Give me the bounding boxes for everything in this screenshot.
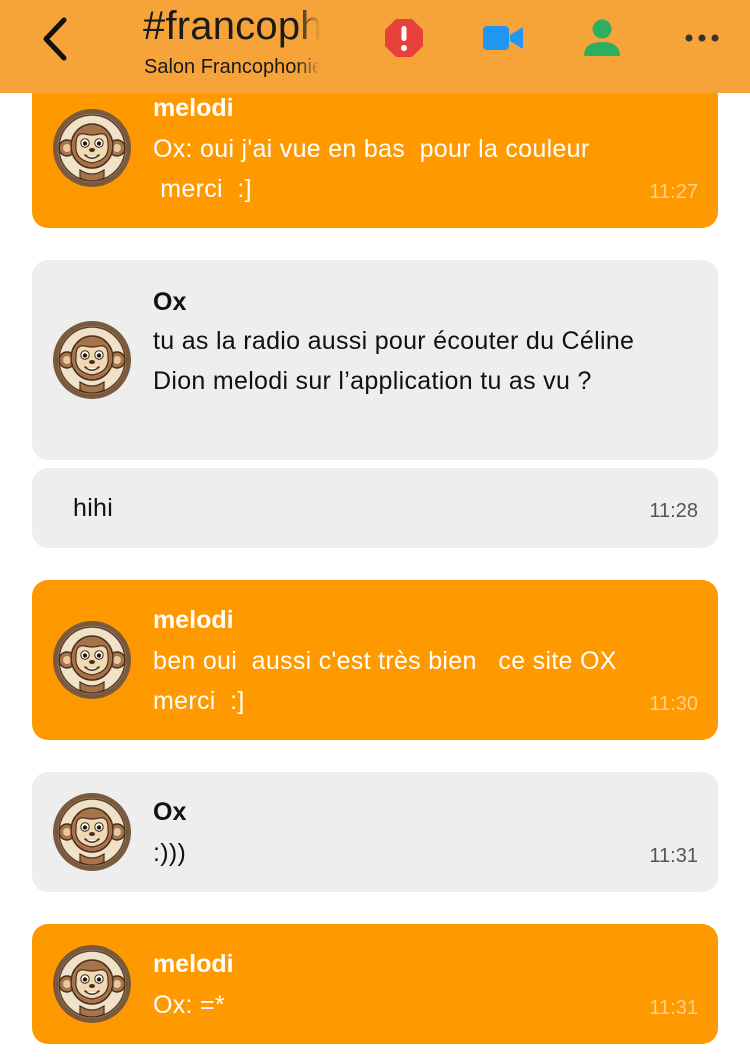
message-text: ben oui aussi c'est très bien ce site OX… [153, 647, 639, 715]
message-sender: melodi [153, 94, 234, 122]
report-button[interactable] [384, 18, 424, 58]
alert-octagon-icon [385, 19, 423, 57]
avatar[interactable] [52, 108, 132, 188]
message-bubble[interactable]: melodi Ox: =* 11:31 [32, 924, 718, 1044]
channel-title: #francophonie [143, 4, 323, 48]
message-bubble[interactable]: melodi ben oui aussi c'est très bien ce … [32, 580, 718, 740]
chevron-left-icon [43, 17, 67, 61]
video-camera-icon [483, 26, 523, 50]
avatar[interactable] [52, 620, 132, 700]
message-sender: Ox [153, 798, 187, 826]
message-sender: Ox [153, 288, 187, 316]
message-text: :))) [153, 839, 187, 867]
message-time: 11:31 [649, 997, 698, 1019]
message-text: tu as la radio aussi pour écouter du Cél… [153, 327, 642, 395]
message-sender: melodi [153, 950, 234, 978]
message-time: 11:27 [649, 181, 698, 203]
avatar[interactable] [52, 320, 132, 400]
more-options-button[interactable] [682, 28, 722, 48]
members-button[interactable] [582, 18, 622, 58]
message-time: 11:31 [649, 845, 698, 867]
message-time: 11:28 [649, 500, 698, 522]
avatar[interactable] [52, 792, 132, 872]
video-call-button[interactable] [482, 22, 524, 54]
message-text: hihi [73, 494, 114, 522]
message-text: Ox: =* [153, 991, 225, 1019]
message-bubble[interactable]: Ox tu as la radio aussi pour écouter du … [32, 260, 718, 460]
avatar[interactable] [52, 944, 132, 1024]
message-bubble[interactable]: Ox :))) 11:31 [32, 772, 718, 892]
message-text: Ox: oui j'ai vue en bas pour la couleur … [153, 135, 590, 203]
message-bubble[interactable]: hihi 11:28 [32, 468, 718, 548]
more-dots-icon [685, 34, 719, 42]
message-time: 11:30 [649, 693, 698, 715]
person-icon [584, 19, 620, 56]
back-button[interactable] [30, 14, 80, 64]
channel-title-block[interactable]: #francophonie Salon Francophonie [143, 0, 323, 93]
message-sender: melodi [153, 606, 234, 634]
message-bubble[interactable]: melodi Ox: oui j'ai vue en bas pour la c… [32, 80, 718, 228]
top-bar: #francophonie Salon Francophonie [0, 0, 750, 93]
